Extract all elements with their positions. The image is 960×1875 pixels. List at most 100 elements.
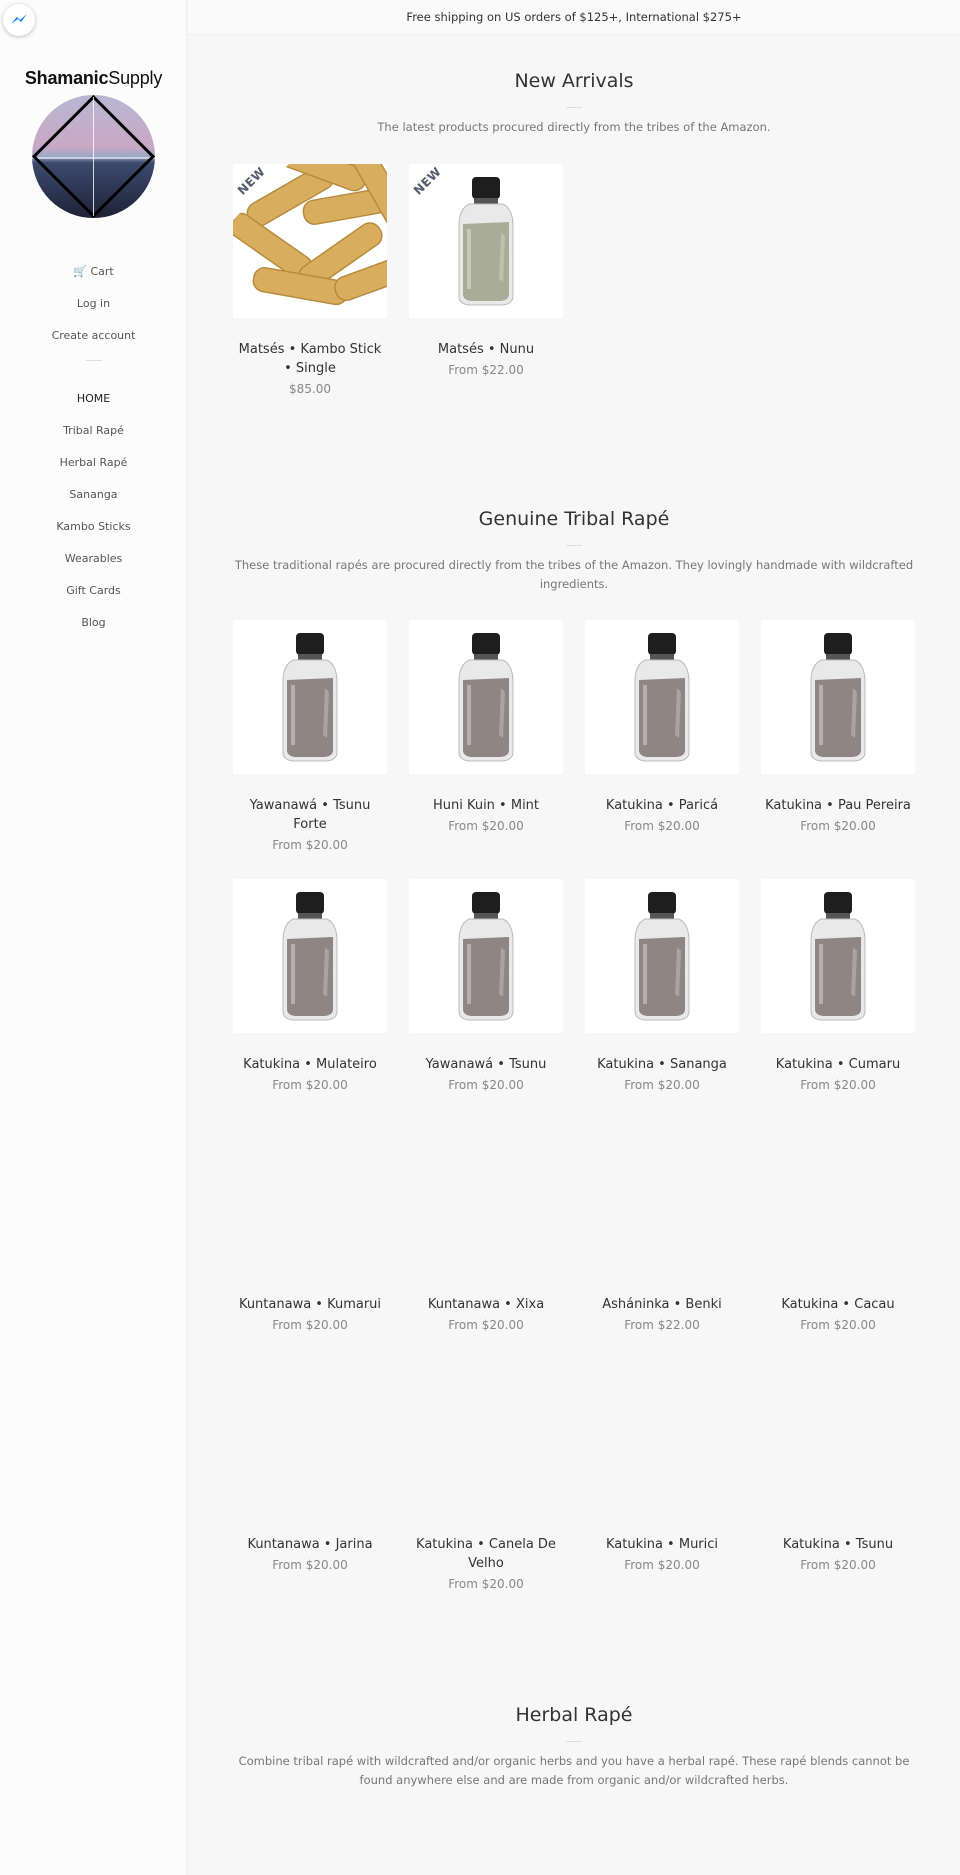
- product-price: $85.00: [289, 382, 331, 396]
- product-card[interactable]: Katukina • Cumaru From $20.00: [761, 879, 915, 1094]
- product-title[interactable]: Kuntanawa • Jarina: [233, 1535, 387, 1554]
- login-link[interactable]: Log in: [0, 294, 187, 326]
- nav-sananga[interactable]: Sananga: [0, 485, 187, 517]
- product-image[interactable]: [409, 1119, 563, 1273]
- product-card[interactable]: Asháninka • Benki From $22.00: [585, 1119, 739, 1334]
- product-image[interactable]: [585, 1119, 739, 1273]
- product-card[interactable]: Huni Kuin • Mint From $20.00: [409, 620, 563, 835]
- new-arrivals-title: New Arrivals: [514, 70, 634, 92]
- product-title[interactable]: Katukina • Canela De Velho: [409, 1535, 563, 1573]
- product-title[interactable]: Katukina • Mulateiro: [233, 1055, 387, 1074]
- create-account-link[interactable]: Create account: [0, 326, 187, 358]
- nav-gift-cards[interactable]: Gift Cards: [0, 581, 187, 613]
- product-price: From $20.00: [800, 1078, 876, 1092]
- product-title[interactable]: Katukina • Murici: [585, 1535, 739, 1554]
- product-title[interactable]: Huni Kuin • Mint: [409, 796, 563, 815]
- product-title[interactable]: Asháninka • Benki: [585, 1295, 739, 1314]
- product-title[interactable]: Yawanawá • Tsunu Forte: [233, 796, 387, 834]
- product-card[interactable]: Yawanawá • Tsunu From $20.00: [409, 879, 563, 1094]
- product-price: From $22.00: [624, 1318, 700, 1332]
- nav-blog[interactable]: Blog: [0, 613, 187, 645]
- nav-tribal-rape[interactable]: Tribal Rapé: [0, 421, 187, 453]
- product-card[interactable]: Katukina • Mulateiro From $20.00: [233, 879, 387, 1094]
- nav-divider: [85, 360, 102, 361]
- product-card[interactable]: Katukina • Sananga From $20.00: [585, 879, 739, 1094]
- herbal-rape-desc: Combine tribal rapé with wildcrafted and…: [238, 1754, 910, 1787]
- product-card[interactable]: Katukina • Cacau From $20.00: [761, 1119, 915, 1334]
- product-image[interactable]: [409, 879, 563, 1033]
- nav-herbal-rape[interactable]: Herbal Rapé: [0, 453, 187, 485]
- product-price: From $20.00: [448, 1318, 524, 1332]
- tribal-rape-desc: These traditional rapés are procured dir…: [234, 558, 914, 591]
- product-price: From $20.00: [624, 819, 700, 833]
- product-image[interactable]: [761, 1359, 915, 1513]
- product-image[interactable]: NEW: [409, 164, 563, 318]
- product-card[interactable]: Yawanawá • Tsunu Forte From $20.00: [233, 620, 387, 854]
- section-rule: [566, 1741, 582, 1742]
- product-card[interactable]: Katukina • Pau Pereira From $20.00: [761, 620, 915, 835]
- product-image[interactable]: [761, 879, 915, 1033]
- cart-link[interactable]: 🛒 Cart: [0, 262, 187, 294]
- section-rule: [566, 545, 582, 546]
- logo-text[interactable]: ShamanicSupply: [0, 68, 187, 89]
- product-title[interactable]: Matsés • Kambo Stick • Single: [233, 340, 387, 378]
- product-price: From $20.00: [448, 1577, 524, 1591]
- sidebar: ShamanicSupply 🛒 Cart Log in Create acco…: [0, 0, 187, 1875]
- product-image[interactable]: NEW: [233, 164, 387, 318]
- product-image[interactable]: [585, 1359, 739, 1513]
- product-title[interactable]: Katukina • Tsunu: [761, 1535, 915, 1554]
- nav-wearables[interactable]: Wearables: [0, 549, 187, 581]
- product-image[interactable]: [233, 879, 387, 1033]
- product-image[interactable]: [761, 1119, 915, 1273]
- product-title[interactable]: Katukina • Sananga: [585, 1055, 739, 1074]
- product-price: From $20.00: [448, 1078, 524, 1092]
- product-card[interactable]: Kuntanawa • Kumarui From $20.00: [233, 1119, 387, 1334]
- product-title[interactable]: Matsés • Nunu: [409, 340, 563, 359]
- product-price: From $20.00: [272, 838, 348, 852]
- tribal-rape-title: Genuine Tribal Rapé: [478, 508, 670, 530]
- product-title[interactable]: Katukina • Cumaru: [761, 1055, 915, 1074]
- product-image[interactable]: [233, 620, 387, 774]
- product-title[interactable]: Katukina • Paricá: [585, 796, 739, 815]
- product-card[interactable]: Kuntanawa • Jarina From $20.00: [233, 1359, 387, 1574]
- nav-kambo-sticks[interactable]: Kambo Sticks: [0, 517, 187, 549]
- product-card[interactable]: Katukina • Canela De Velho From $20.00: [409, 1359, 563, 1593]
- cart-icon: 🛒: [73, 265, 87, 278]
- product-card[interactable]: Katukina • Murici From $20.00: [585, 1359, 739, 1574]
- logo-image[interactable]: [32, 95, 155, 218]
- herbal-rape-title: Herbal Rapé: [515, 1704, 633, 1726]
- product-price: From $20.00: [272, 1558, 348, 1572]
- product-price: From $20.00: [624, 1558, 700, 1572]
- product-price: From $20.00: [800, 819, 876, 833]
- section-rule: [566, 107, 582, 108]
- messenger-icon[interactable]: [3, 4, 35, 36]
- product-price: From $20.00: [800, 1558, 876, 1572]
- product-price: From $20.00: [800, 1318, 876, 1332]
- product-card[interactable]: Kuntanawa • Xixa From $20.00: [409, 1119, 563, 1334]
- product-title[interactable]: Kuntanawa • Kumarui: [233, 1295, 387, 1314]
- product-price: From $20.00: [624, 1078, 700, 1092]
- product-title[interactable]: Katukina • Pau Pereira: [761, 796, 915, 815]
- product-card[interactable]: NEW Matsés • Nunu From $22.00: [409, 164, 563, 379]
- product-title[interactable]: Katukina • Cacau: [761, 1295, 915, 1314]
- product-title[interactable]: Yawanawá • Tsunu: [409, 1055, 563, 1074]
- product-image[interactable]: [585, 879, 739, 1033]
- product-price: From $20.00: [448, 819, 524, 833]
- new-arrivals-desc: The latest products procured directly fr…: [377, 120, 771, 134]
- product-image[interactable]: [233, 1359, 387, 1513]
- product-price: From $20.00: [272, 1078, 348, 1092]
- product-image[interactable]: [409, 1359, 563, 1513]
- product-image[interactable]: [409, 620, 563, 774]
- product-card[interactable]: Katukina • Tsunu From $20.00: [761, 1359, 915, 1574]
- product-price: From $20.00: [272, 1318, 348, 1332]
- product-card[interactable]: Katukina • Paricá From $20.00: [585, 620, 739, 835]
- product-title[interactable]: Kuntanawa • Xixa: [409, 1295, 563, 1314]
- product-image[interactable]: [761, 620, 915, 774]
- product-image[interactable]: [233, 1119, 387, 1273]
- product-card[interactable]: NEW Matsés • Kambo Stick • Single $85.00: [233, 164, 387, 398]
- sidebar-nav: 🛒 Cart Log in Create account HOME Tribal…: [0, 262, 187, 645]
- nav-home[interactable]: HOME: [0, 389, 187, 421]
- product-image[interactable]: [585, 620, 739, 774]
- shipping-banner: Free shipping on US orders of $125+, Int…: [188, 0, 960, 35]
- product-price: From $22.00: [448, 363, 524, 377]
